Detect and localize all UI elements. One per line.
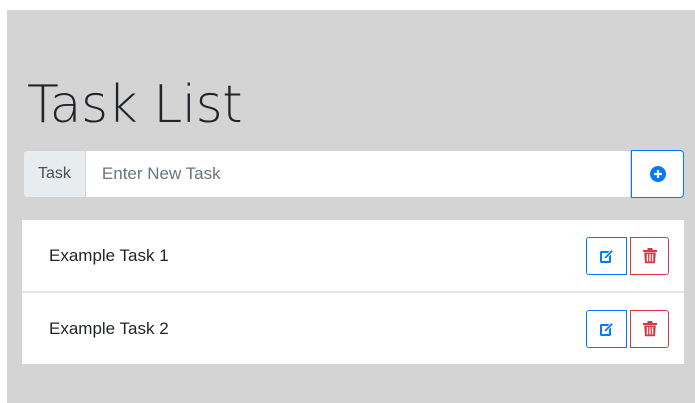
task-input-label: Task bbox=[23, 150, 85, 198]
edit-icon bbox=[599, 321, 614, 336]
task-list: Example Task 1 Example Task 2 bbox=[22, 220, 684, 364]
edit-icon bbox=[599, 248, 614, 263]
trash-icon bbox=[642, 247, 657, 263]
new-task-form: Task bbox=[23, 150, 684, 198]
delete-task-button[interactable] bbox=[630, 236, 669, 275]
page-title: Task List bbox=[27, 75, 243, 135]
list-item: Example Task 1 bbox=[22, 220, 684, 291]
list-item: Example Task 2 bbox=[22, 291, 684, 364]
trash-icon bbox=[642, 320, 657, 336]
new-task-input[interactable] bbox=[84, 150, 631, 198]
add-task-button[interactable] bbox=[631, 150, 684, 198]
edit-task-button[interactable] bbox=[586, 236, 627, 275]
task-text: Example Task 2 bbox=[49, 318, 169, 338]
app-panel: Task List Task Example Task 1 bbox=[7, 10, 695, 403]
plus-circle-icon bbox=[649, 166, 666, 182]
task-text: Example Task 1 bbox=[49, 245, 169, 265]
task-actions bbox=[586, 309, 669, 348]
edit-task-button[interactable] bbox=[586, 309, 627, 348]
delete-task-button[interactable] bbox=[630, 309, 669, 348]
task-actions bbox=[586, 236, 669, 275]
